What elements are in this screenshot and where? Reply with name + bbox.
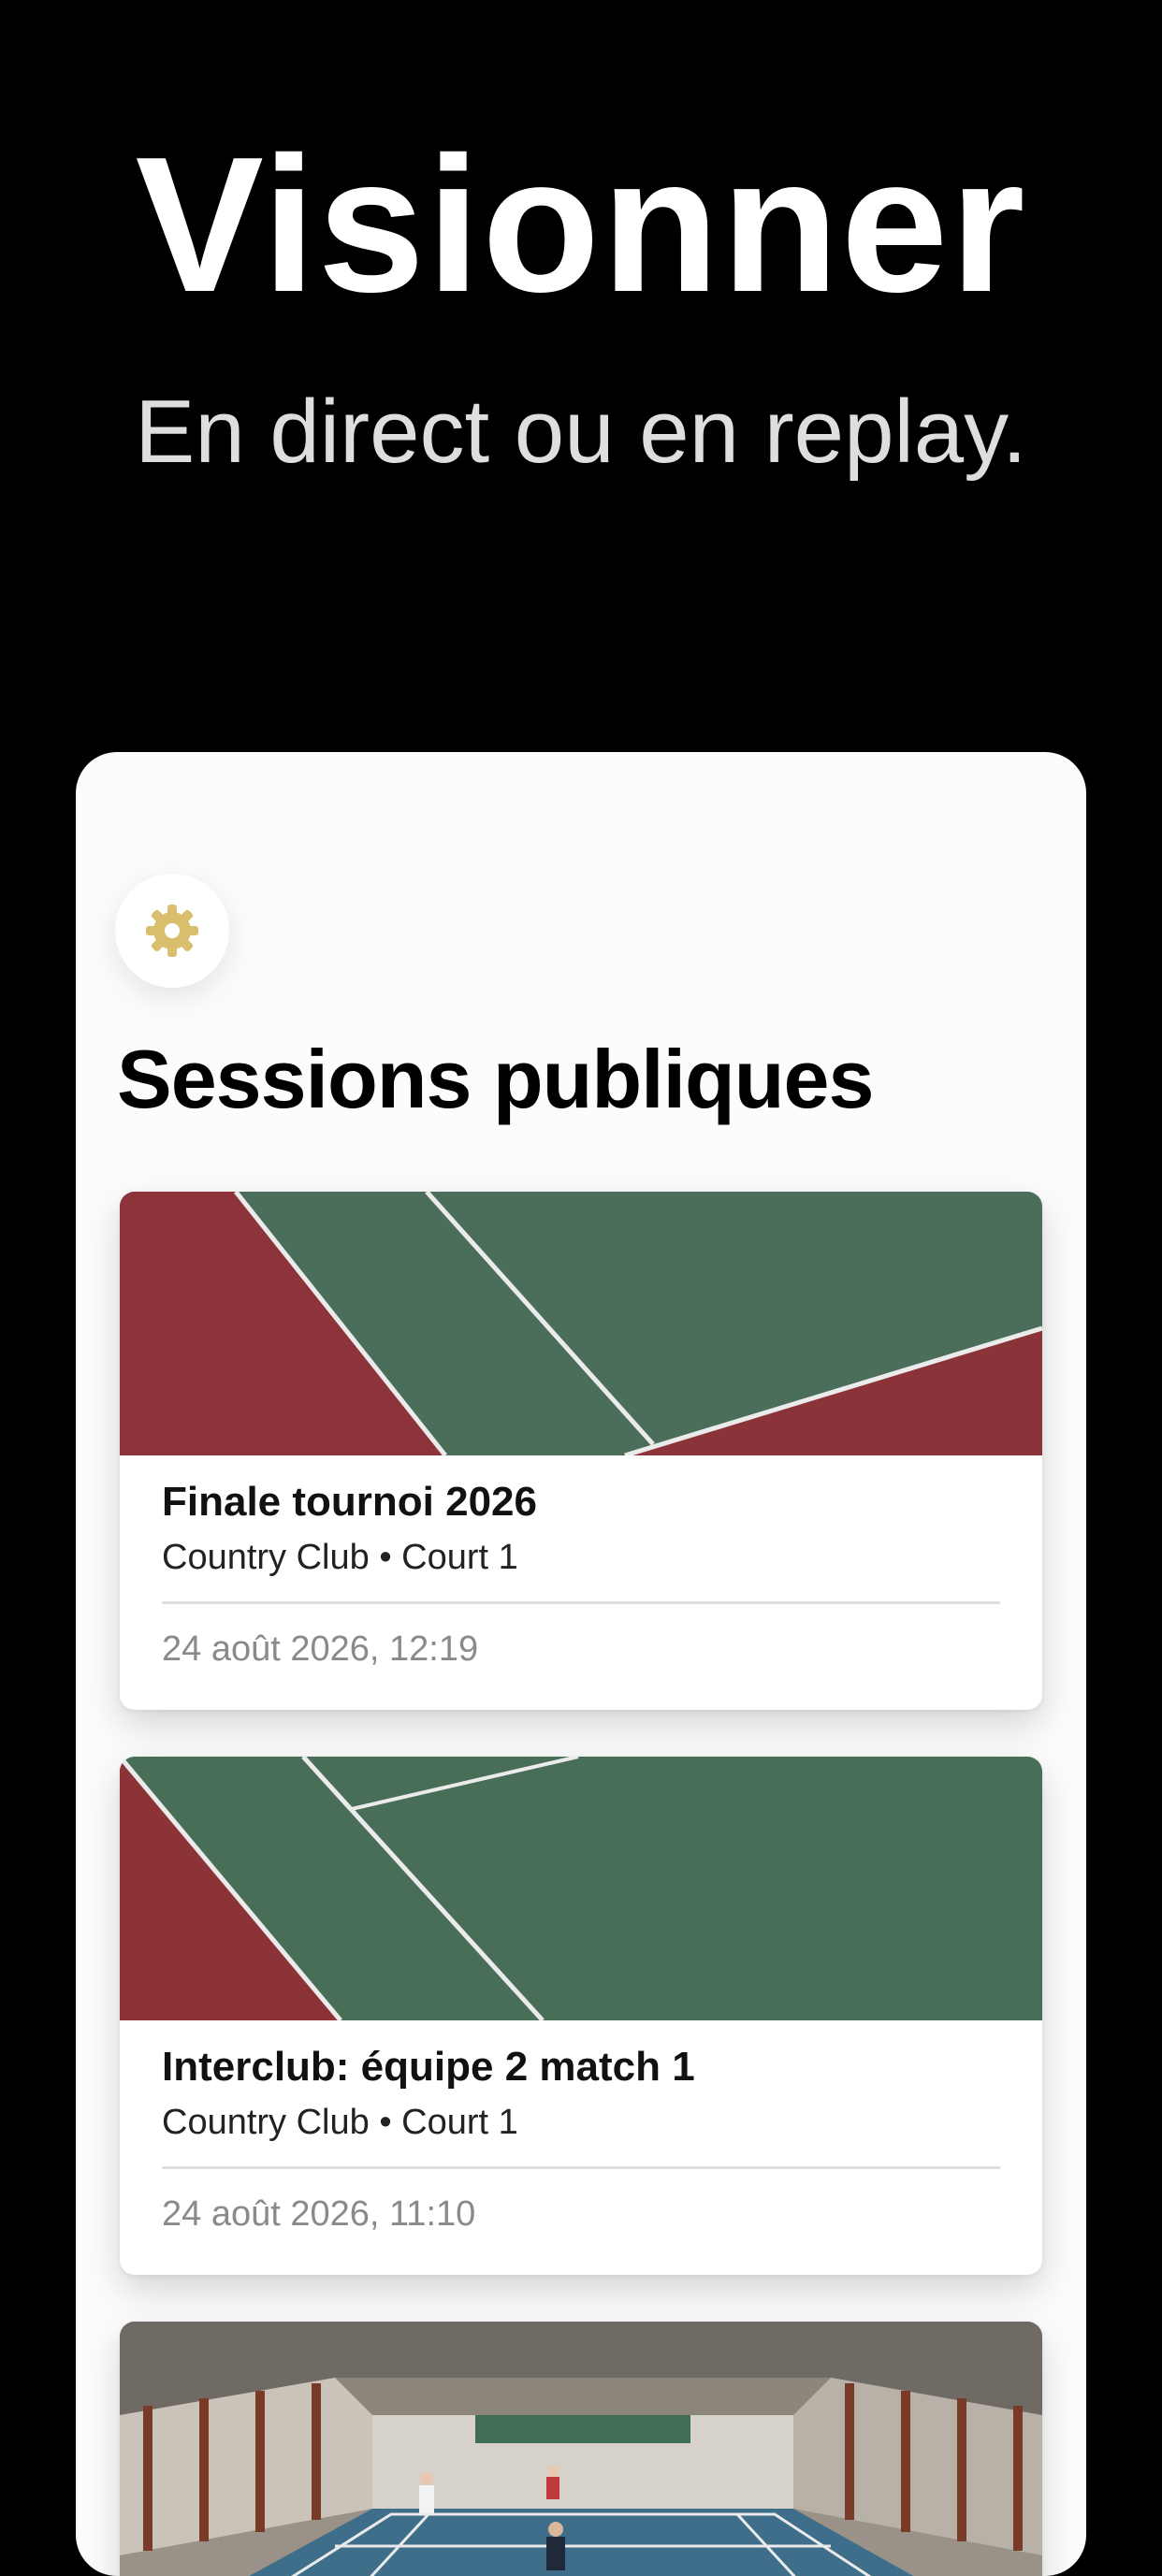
hero-subtitle: En direct ou en replay. [135,382,1027,482]
session-thumbnail [120,1757,1042,2020]
session-thumbnail [120,2322,1042,2576]
session-card[interactable] [120,2322,1042,2576]
session-card[interactable]: Interclub: équipe 2 match 1 Country Club… [120,1757,1042,2275]
settings-button[interactable] [115,874,229,988]
session-title: Finale tournoi 2026 [162,1479,537,1525]
session-date: 24 août 2026, 12:19 [162,1629,479,1669]
hero-title: Visionner [135,117,1027,332]
session-card-body: Interclub: équipe 2 match 1 Country Club… [162,2020,1000,2275]
session-location: Country Club • Court 1 [162,1538,518,1577]
session-date: 24 août 2026, 11:10 [162,2194,476,2234]
session-card-body: Finale tournoi 2026 Country Club • Court… [162,1455,1000,1710]
session-card[interactable]: Finale tournoi 2026 Country Club • Court… [120,1192,1042,1710]
section-title: Sessions publiques [117,1033,874,1125]
divider [162,2166,1000,2169]
gear-icon [146,904,198,957]
session-location: Country Club • Court 1 [162,2103,518,2142]
session-title: Interclub: équipe 2 match 1 [162,2044,695,2090]
hero-section: Visionner En direct ou en replay. [0,0,1162,748]
app-screen-card: Sessions publiques Finale tournoi 2026 C… [76,752,1086,2576]
session-thumbnail [120,1192,1042,1455]
divider [162,1601,1000,1604]
